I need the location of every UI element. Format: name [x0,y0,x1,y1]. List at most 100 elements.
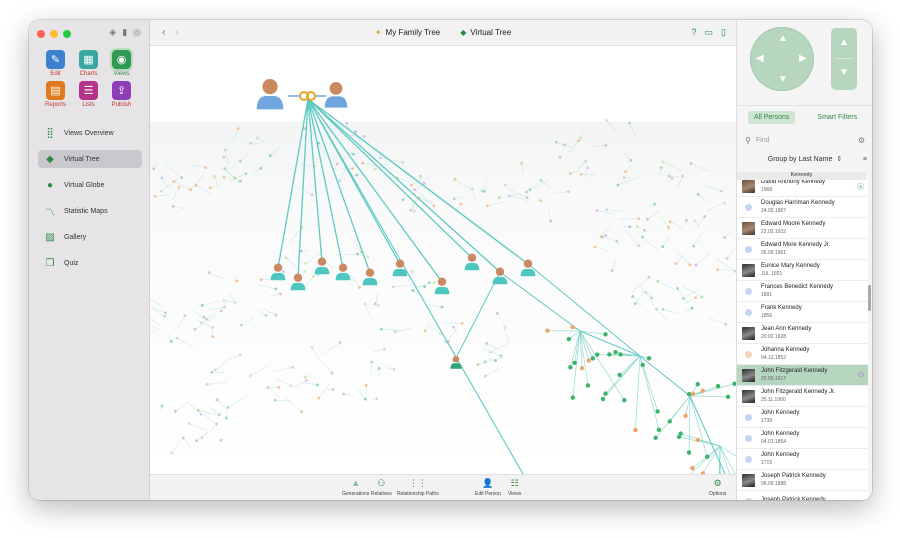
figure-head [338,263,348,272]
tab-family-tree[interactable]: ✦ My Family Tree [375,28,440,37]
help-icon[interactable]: ? [692,27,697,38]
person-row[interactable]: Edward More Kennedy Jr. 26.09.1961 [737,239,868,260]
navigation-joystick[interactable]: ▲ ▼ ◀ ▶ [750,27,814,91]
person-row[interactable]: Douglas Harriman Kennedy 24.03.1967 [737,197,868,218]
person-row[interactable]: John Fitzgerald Kennedy 29.05.1917 ⚇ [737,365,868,386]
bottom-button-label: Relationship Paths [397,491,439,497]
sidebar-item-gallery[interactable]: ▨ Gallery [38,228,142,246]
background-node [688,263,692,267]
tree-node [646,356,652,361]
avatar [742,473,755,487]
sidebar-item-views-overview[interactable]: ⣿ Views Overview [38,124,142,142]
tag-icon[interactable]: ◈ [109,27,116,38]
virtual-tree-graph[interactable] [150,46,736,474]
gear-button[interactable]: ⚙ Options [709,478,726,497]
person-row[interactable]: Johanna Kennedy 04.12.1852 [737,344,868,365]
zoom-window-button[interactable] [63,30,71,38]
sidebar-item-quiz[interactable]: ❐ Quiz [38,254,142,272]
smart-filters-tab[interactable]: Smart Filters [817,114,857,121]
tree-node [545,328,550,333]
group-by-select[interactable]: Group by Last Name ⇕ ≡ [737,151,872,167]
person-date: 26.09.1961 [761,250,787,256]
search-settings-icon[interactable]: ⚙ [858,136,865,145]
person-row[interactable]: John Fitzgerald Kennedy Jr. 25.11.1960 [737,386,868,407]
sidebar-item-virtual-tree[interactable]: ◆ Virtual Tree [38,150,142,168]
person-row[interactable]: Joseph Patrick Kennedy 06.09.1888 [737,470,868,491]
tool-charts-button[interactable]: ▦ Charts [72,50,105,77]
person-date: 1856 [761,313,773,319]
sidebar-toggle-icon[interactable]: ▯ [721,27,726,38]
figure-head [395,259,405,268]
person-row[interactable]: John Kennedy 1715 [737,449,868,470]
edit-person-button[interactable]: 👤 Edit Person [475,478,501,497]
tool-label: Edit [50,71,61,77]
figure-body [290,282,306,291]
background-node [331,387,335,391]
sidebar-item-statistic-maps[interactable]: 〽 Statistic Maps [38,202,142,220]
arrow-up-icon[interactable]: ▲ [778,33,788,44]
person-list[interactable]: David Anthony Kennedy 1968 ⓐ Douglas Harrim… [737,180,868,500]
arrow-left-icon[interactable]: ◀ [756,53,764,64]
sidebar-item-virtual-globe[interactable]: ● Virtual Globe [38,176,142,194]
views-button[interactable]: ☷ Views [508,478,521,497]
background-node [266,386,270,389]
tool-lists-button[interactable]: ☰ Lists [72,81,105,108]
search-field[interactable]: ⚲ Find ⚙ [745,133,865,147]
bookmark-icon[interactable]: ▮ [122,27,127,38]
info-badge-icon[interactable]: ⓐ [857,182,864,192]
virtual-tree-icon: ◆ [46,153,54,165]
person-info: Douglas Harriman Kennedy 24.03.1967 [761,200,835,214]
arrow-down-icon[interactable]: ▼ [778,74,788,85]
zoom-in-icon[interactable]: ▲ [839,37,849,48]
person-name: Douglas Harriman Kennedy [761,200,835,206]
person-date: 1715 [761,460,773,466]
person-row[interactable]: Joseph Patrick Kennedy [737,491,868,500]
background-node [528,188,532,192]
background-node [379,327,383,331]
person-row[interactable]: David Anthony Kennedy 1968 ⓐ [737,180,868,197]
person-row[interactable]: Jean Ann Kennedy 20.02.1928 [737,323,868,344]
background-node [364,384,368,387]
globe-settings-icon[interactable]: ◎ [133,27,141,38]
figure-head [523,259,533,268]
list-scrollbar[interactable] [868,285,871,311]
window-icon[interactable]: ▭ [705,27,714,38]
tool-views-button[interactable]: ◉ Views [105,48,138,77]
background-node [616,183,620,187]
person-row[interactable]: Eunice Mary Kennedy JUL 1921 [737,260,868,281]
person-row[interactable]: John Kennedy 04.01.1854 [737,428,868,449]
background-node [310,345,314,349]
minimize-window-button[interactable] [50,30,58,38]
background-node [668,220,672,224]
zoom-control[interactable]: ▲ ▼ [831,28,857,90]
search-input[interactable]: Find [756,137,770,144]
person-info: John Kennedy 04.01.1854 [761,431,799,445]
sort-icon[interactable]: ≡ [863,156,867,163]
tool-reports-button[interactable]: ▤ Reports [39,81,72,108]
generations-button[interactable]: ⩓ Generations [342,478,369,497]
person-row[interactable]: John Kennedy 1739 [737,407,868,428]
tool-edit-button[interactable]: ✎ Edit [39,50,72,77]
person-row[interactable]: Frank Kennedy 1856 [737,302,868,323]
virtual-tree-canvas[interactable] [150,46,736,474]
person-row[interactable]: Edward Moore Kennedy 22.02.1932 [737,218,868,239]
tool-label: Charts [79,71,98,77]
all-persons-tab[interactable]: All Persons [748,111,796,124]
close-window-button[interactable] [37,30,45,38]
relationship-paths-button[interactable]: ⋮⋮ Relationship Paths [397,478,439,497]
arrow-right-icon[interactable]: ▶ [799,53,807,64]
relatives-badge-icon[interactable]: ⚇ [858,371,864,379]
person-row[interactable]: Frances Benedict Kennedy 1891 [737,281,868,302]
background-node [624,170,627,174]
person-name: Jean Ann Kennedy [761,326,812,332]
background-node [646,218,649,221]
tree-node [618,352,623,357]
figure-body [450,363,462,369]
tab-family-tree-label: My Family Tree [385,28,441,37]
tab-virtual-tree[interactable]: ◆ Virtual Tree [460,28,511,37]
tool-publish-button[interactable]: ⇪ Publish [105,81,138,108]
background-node [637,244,641,247]
zoom-out-icon[interactable]: ▼ [839,67,849,78]
relatives-button[interactable]: ⚇ Relatives [371,478,392,497]
background-node [470,187,474,191]
